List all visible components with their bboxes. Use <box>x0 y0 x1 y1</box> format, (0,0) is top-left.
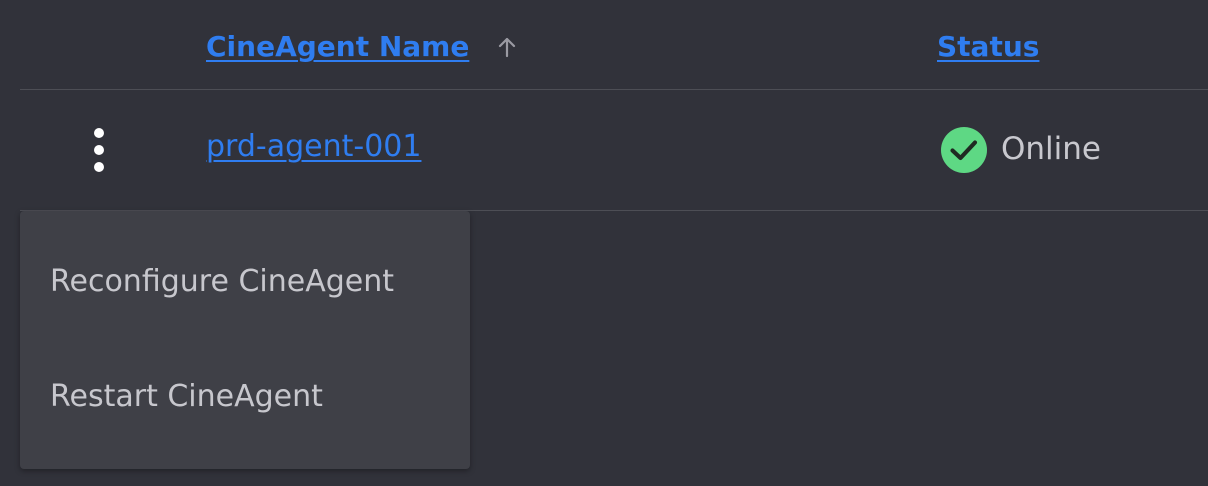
status-sort-link[interactable]: Status <box>937 30 1039 63</box>
kebab-dot <box>94 128 104 138</box>
kebab-dot <box>94 162 104 172</box>
table-header-row: CineAgent Name Status <box>20 0 1208 90</box>
menu-item-restart[interactable]: Restart CineAgent <box>20 356 470 436</box>
kebab-menu-icon[interactable] <box>86 128 112 172</box>
agent-name-link[interactable]: prd-agent-001 <box>206 129 421 165</box>
arrow-up-icon[interactable] <box>493 33 521 61</box>
agents-table: CineAgent Name Status prd-agent-001 Onli… <box>20 0 1208 211</box>
status-column-header: Status <box>937 30 1039 64</box>
row-context-menu: Reconfigure CineAgent Restart CineAgent <box>20 211 470 469</box>
check-circle-icon <box>941 127 987 173</box>
name-sort-link[interactable]: CineAgent Name <box>206 30 469 64</box>
status-text: Online <box>1001 131 1101 168</box>
name-column-header: CineAgent Name <box>206 30 521 64</box>
kebab-dot <box>94 145 104 155</box>
table-row: prd-agent-001 Online <box>20 90 1208 211</box>
menu-item-reconfigure[interactable]: Reconfigure CineAgent <box>20 241 470 321</box>
status-cell: Online <box>941 127 1101 173</box>
